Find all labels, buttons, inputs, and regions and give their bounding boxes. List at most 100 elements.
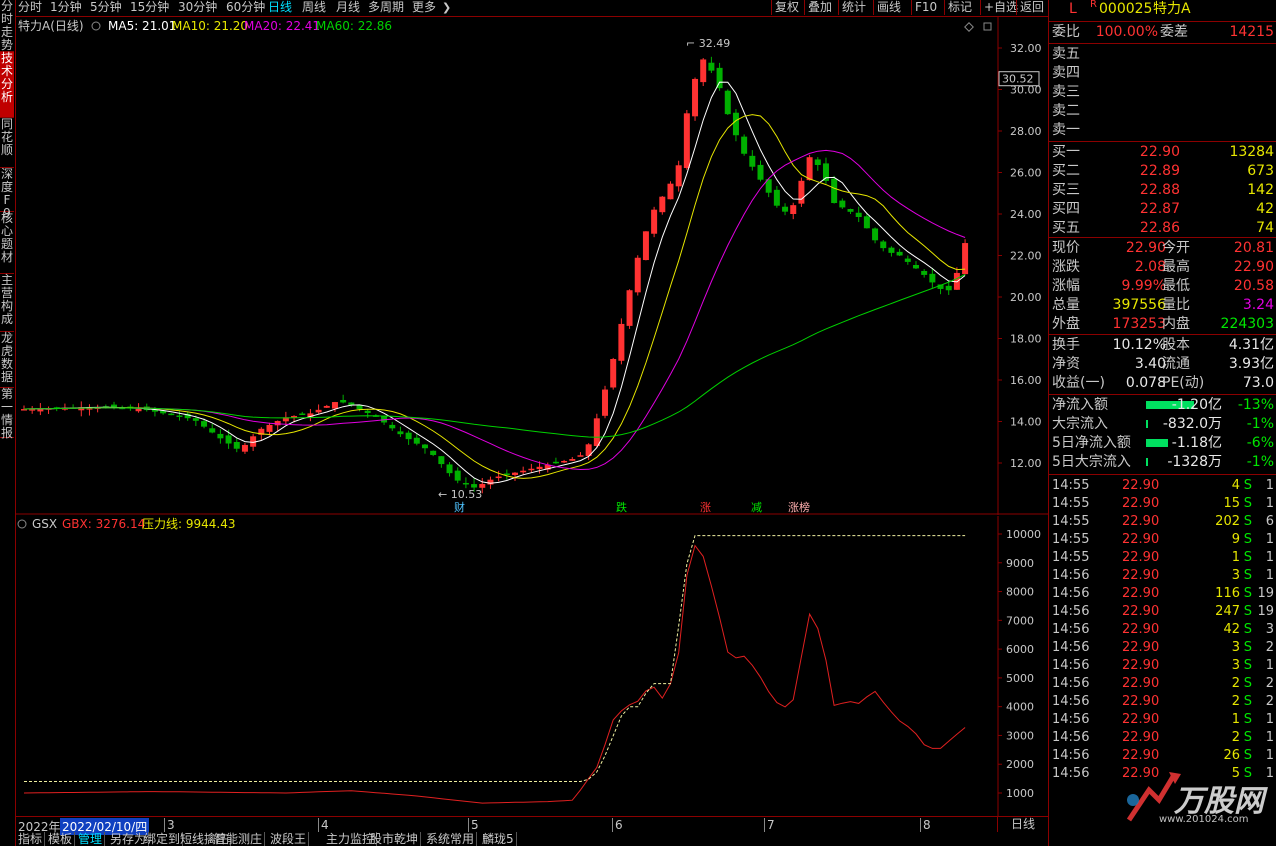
bottom-tab-4[interactable]: 绑定到 (142, 832, 184, 846)
more-chevron-icon[interactable]: ❯ (442, 0, 451, 15)
tick-side: S (1243, 622, 1252, 637)
menu-6[interactable]: 日线 (268, 0, 292, 15)
ind-tick-5: 5000 (1006, 672, 1034, 685)
event-label-3[interactable]: 减 (751, 501, 762, 514)
candle-body (732, 112, 739, 136)
bottom-tab-2[interactable]: 管理 (76, 832, 106, 846)
bid-row-1[interactable]: 买二 22.89 673 (1052, 162, 1274, 180)
tick-row: 14:56 22.90 247 S 19 (1052, 603, 1274, 621)
gsx-indicator-chart[interactable]: 10000 9000 8000 7000 6000 5000 4000 3000 2000 100… (16, 516, 1048, 816)
tool-7[interactable]: 返回 (1016, 0, 1047, 15)
tool-6[interactable]: +自选 (980, 0, 1021, 15)
bid-row-2[interactable]: 买三 22.88 142 (1052, 181, 1274, 199)
bid-row-4[interactable]: 买五 22.86 74 (1052, 219, 1274, 237)
candle-body (847, 209, 854, 212)
ind-tick-9: 1000 (1006, 787, 1034, 800)
bottom-indicator-tabs: 指标 模板 管理 另存为 绑定到 短线擒庄 智能测庄 波段王 主力监控 股市乾坤 系统常用 麟珑5 (16, 832, 1048, 846)
tick-time: 14:56 (1052, 676, 1090, 691)
menu-7[interactable]: 周线 (302, 0, 326, 15)
candle-body (356, 405, 363, 410)
bid-price: 22.86 (1139, 220, 1180, 236)
legend-dropdown-icon[interactable] (91, 21, 101, 31)
bottom-tab-7[interactable]: 波段王 (268, 832, 310, 846)
candle-body (291, 415, 298, 418)
menu-0[interactable]: 分时 (18, 0, 42, 15)
left-tab-7[interactable]: 第一情报 (0, 388, 14, 440)
event-label-2[interactable]: 涨 (700, 501, 711, 514)
left-tab-1[interactable]: 技术分析 (0, 52, 14, 118)
gbx-line (23, 544, 966, 804)
indicator-settings-icon[interactable] (17, 519, 27, 529)
tool-0[interactable]: 复权 (771, 0, 802, 15)
bottom-tab-0[interactable]: 指标 (16, 832, 46, 846)
tool-3[interactable]: 画线 (873, 0, 904, 15)
menu-4[interactable]: 30分钟 (178, 0, 217, 15)
menu-1[interactable]: 1分钟 (50, 0, 82, 15)
tool-1[interactable]: 叠加 (804, 0, 835, 15)
ask-row-2[interactable]: 卖三 (1052, 83, 1274, 101)
ask-row-1[interactable]: 卖四 (1052, 64, 1274, 82)
tick-time: 14:56 (1052, 694, 1090, 709)
tick-side: S (1243, 496, 1252, 511)
bottom-tab-6[interactable]: 智能测庄 (212, 832, 266, 846)
left-tab-3[interactable]: 深度F9 (0, 168, 14, 220)
candle-body (626, 290, 633, 326)
candle-body (274, 421, 281, 426)
menu-5[interactable]: 60分钟 (226, 0, 265, 15)
bottom-tab-1[interactable]: 模板 (46, 832, 76, 846)
kline-svg: 32.0030.0028.0026.0024.0022.0020.0018.00… (16, 17, 1048, 515)
ask-label: 卖一 (1052, 122, 1080, 138)
candle-body (757, 164, 764, 180)
period-label[interactable]: 日线 (997, 817, 1048, 832)
bid-row-0[interactable]: 买一 22.90 13284 (1052, 143, 1274, 161)
menu-8[interactable]: 月线 (336, 0, 360, 15)
ind-tick-1: 9000 (1006, 557, 1034, 570)
stat-row-3: 总量 397556 量比 3.24 (1052, 296, 1274, 314)
candle-body (782, 206, 789, 212)
menu-2[interactable]: 5分钟 (90, 0, 122, 15)
kline-chart[interactable]: 32.00 30.00 28.00 26.00 24.00 22.00 20.00 18.00… (16, 17, 1048, 515)
ask-row-0[interactable]: 卖五 (1052, 45, 1274, 63)
tool-2[interactable]: 统计 (838, 0, 869, 15)
event-label-0[interactable]: 财 (454, 500, 465, 514)
candle-body (462, 482, 469, 485)
tick-side: S (1243, 478, 1252, 493)
bottom-tab-9[interactable]: 股市乾坤 (368, 832, 422, 846)
left-tab-4[interactable]: 核心题材 (0, 212, 14, 274)
bid-row-3[interactable]: 买四 22.87 42 (1052, 200, 1274, 218)
event-label-1[interactable]: 跌 (616, 500, 627, 514)
tick-count: 1 (1265, 658, 1274, 673)
menu-9[interactable]: 多周期 (368, 0, 404, 15)
price-tick-6: 20.00 (1010, 291, 1042, 304)
tool-5[interactable]: 标记 (944, 0, 975, 15)
tool-4[interactable]: F10 (911, 0, 940, 15)
bid-volume: 74 (1256, 220, 1274, 236)
menu-10[interactable]: 更多 (412, 0, 436, 15)
weibi-value: 100.00% (1095, 24, 1158, 40)
bottom-tab-11[interactable]: 麟珑5 (480, 832, 517, 846)
left-tab-0[interactable]: 分时走势 (0, 0, 14, 52)
stat2-label-2: PE(动) (1162, 375, 1205, 391)
tick-row: 14:56 22.90 42 S 3 (1052, 621, 1274, 639)
ask-row-4[interactable]: 卖一 (1052, 121, 1274, 139)
tick-volume: 3 (1231, 568, 1240, 583)
left-tab-5[interactable]: 主营构成 (0, 274, 14, 332)
event-label-4[interactable]: 涨榜 (788, 500, 810, 514)
stat2-row-2: 收益(一) 0.078 PE(动) 73.0 (1052, 374, 1274, 392)
flow-bar (1146, 439, 1168, 447)
ask-label: 卖四 (1052, 65, 1080, 81)
candle-body (421, 444, 428, 449)
ask-row-3[interactable]: 卖二 (1052, 102, 1274, 120)
stat2-row-1: 净资 3.40 流通 3.93亿 (1052, 355, 1274, 373)
left-tab-6[interactable]: 龙虎数据 (0, 332, 14, 388)
left-tab-2[interactable]: 同花顺 (0, 118, 14, 168)
diamond-icon[interactable] (964, 22, 974, 32)
candle-body (446, 464, 453, 474)
ind-tick-0: 10000 (1006, 528, 1041, 541)
menu-3[interactable]: 15分钟 (130, 0, 169, 15)
ind-tick-8: 2000 (1006, 758, 1034, 771)
square-icon[interactable] (983, 22, 992, 31)
bottom-tab-10[interactable]: 系统常用 (424, 832, 478, 846)
tick-row: 14:56 22.90 2 S 2 (1052, 693, 1274, 711)
watermark-url: www.201024.com (1159, 814, 1249, 825)
